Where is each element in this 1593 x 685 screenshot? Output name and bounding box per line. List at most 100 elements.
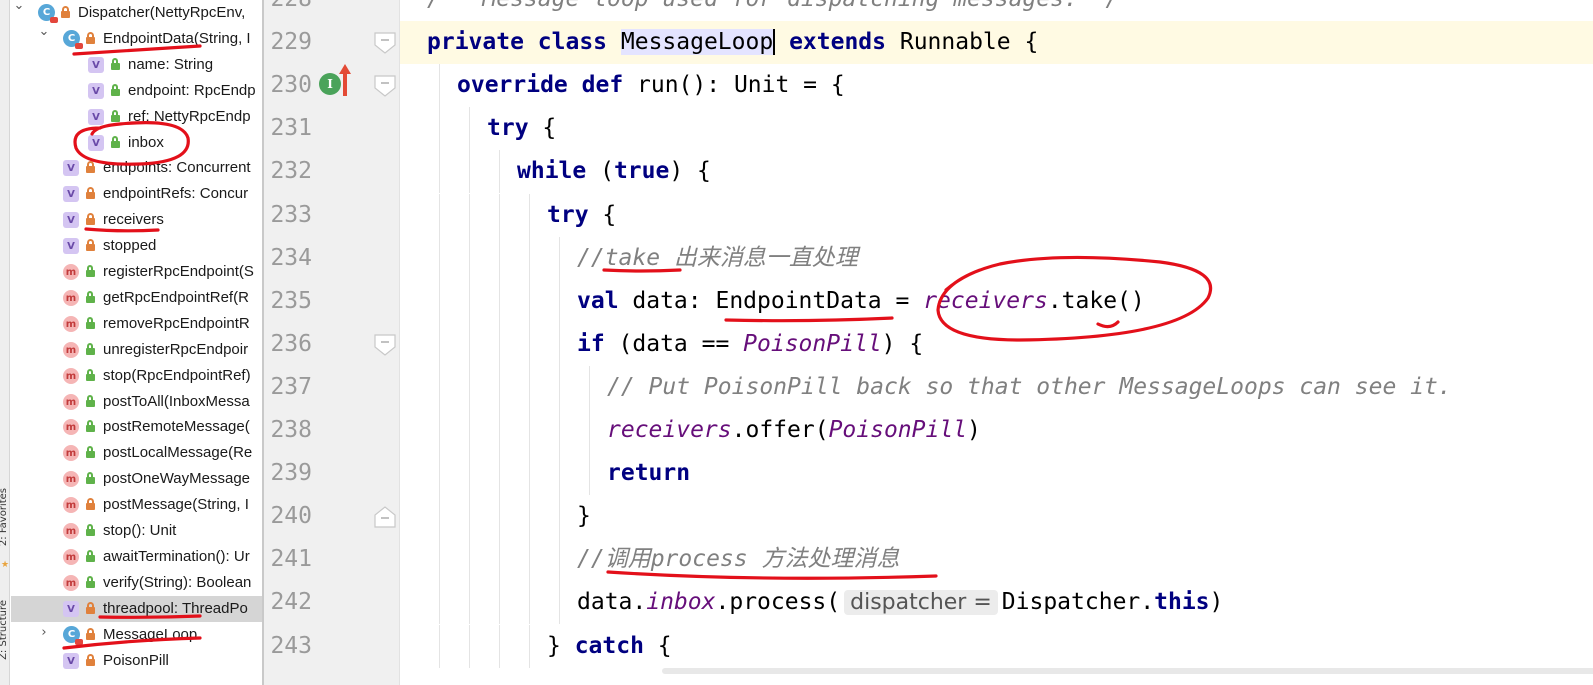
line-number: 234 xyxy=(270,245,312,271)
structure-node[interactable]: Vthreadpool: ThreadPo xyxy=(11,596,262,622)
structure-node-label: PoisonPill xyxy=(103,652,169,669)
indent-guide xyxy=(469,581,470,624)
code-token: ) { xyxy=(669,158,711,184)
structure-tab[interactable]: Z: Structure xyxy=(0,600,9,660)
structure-node[interactable]: Vref: NettyRpcEndp xyxy=(11,104,262,130)
structure-node-label: stop(RpcEndpointRef) xyxy=(103,367,251,384)
code-line[interactable]: //take 出来消息一直处理 xyxy=(400,237,1593,280)
code-token: { xyxy=(643,633,672,659)
code-line[interactable]: } xyxy=(400,495,1593,538)
value-icon: V xyxy=(88,83,104,99)
line-number: 233 xyxy=(270,202,312,228)
structure-node[interactable]: Vendpoint: RpcEndp xyxy=(11,78,262,104)
code-line[interactable]: try { xyxy=(400,107,1593,150)
code-editor[interactable]: I 22822923023123223323423523623723823924… xyxy=(264,0,1593,685)
class-icon: C xyxy=(63,30,83,49)
structure-node-label: registerRpcEndpoint(S xyxy=(103,263,254,280)
structure-node[interactable]: V PoisonPill xyxy=(11,648,262,674)
public-lock-icon xyxy=(86,369,95,381)
code-token: true xyxy=(613,158,670,184)
code-line[interactable]: try { xyxy=(400,194,1593,237)
fold-collapse-icon[interactable] xyxy=(374,31,396,55)
structure-panel: ⌄ C Dispatcher(NettyRpcEnv, ⌄ C EndpointData(… xyxy=(11,0,262,685)
indent-guide xyxy=(529,366,530,409)
code-area[interactable]: /** Message loop used for dispatching me… xyxy=(400,0,1593,685)
structure-node[interactable]: m getRpcEndpointRef(R xyxy=(11,285,262,311)
private-lock-icon xyxy=(86,213,95,225)
indent-guide xyxy=(469,280,470,323)
structure-node[interactable]: Vinbox xyxy=(11,130,262,156)
structure-node[interactable]: m stop(RpcEndpointRef) xyxy=(11,363,262,389)
code-line[interactable]: data.inbox.process(dispatcher = Dispatche… xyxy=(400,581,1593,624)
fold-collapse-icon[interactable] xyxy=(374,74,396,98)
code-line[interactable]: receivers.offer(PoisonPill) xyxy=(400,409,1593,452)
structure-node[interactable]: m verify(String): Boolean xyxy=(11,570,262,596)
code-token: ) { xyxy=(881,331,924,357)
structure-node[interactable]: m awaitTermination(): Ur xyxy=(11,544,262,570)
structure-node[interactable]: Vname: String xyxy=(11,52,262,78)
structure-node[interactable]: Vstopped xyxy=(11,233,262,259)
method-icon: m xyxy=(63,523,79,539)
structure-node[interactable]: m postMessage(String, I xyxy=(11,492,262,518)
public-lock-icon xyxy=(111,110,120,122)
code-line[interactable]: val data: EndpointData = receivers.take(… xyxy=(400,280,1593,323)
code-token: catch xyxy=(574,633,644,659)
value-icon: V xyxy=(88,109,104,125)
indent-guide xyxy=(439,150,440,193)
structure-node[interactable]: m removeRpcEndpointR xyxy=(11,311,262,337)
private-lock-icon xyxy=(86,498,95,510)
horizontal-scrollbar[interactable] xyxy=(662,668,1593,674)
structure-node[interactable]: m stop(): Unit xyxy=(11,518,262,544)
code-line[interactable]: if (data == PoisonPill) { xyxy=(400,323,1593,366)
code-line[interactable]: // Put PoisonPill back so that other Mes… xyxy=(400,366,1593,409)
indent-guide xyxy=(439,237,440,280)
structure-node-label: inbox xyxy=(128,134,164,151)
indent-guide xyxy=(499,495,500,538)
code-token: if xyxy=(577,331,619,357)
code-line[interactable]: /** Message loop used for dispatching me… xyxy=(400,0,1593,21)
override-up-arrow-icon[interactable] xyxy=(338,62,352,98)
structure-node[interactable]: ⌄ C EndpointData(String, I xyxy=(11,24,262,52)
chevron-right-icon[interactable]: › xyxy=(38,625,50,640)
code-line[interactable]: private class MessageLoop extends Runnab… xyxy=(400,21,1593,64)
indent-guide xyxy=(559,323,560,366)
structure-node-label: receivers xyxy=(103,211,164,228)
code-token: MessageLoop xyxy=(620,29,776,55)
structure-node[interactable]: m postLocalMessage(Re xyxy=(11,440,262,466)
code-line[interactable]: } catch { xyxy=(400,625,1593,668)
method-icon: m xyxy=(63,497,79,513)
chevron-down-icon[interactable]: ⌄ xyxy=(13,0,25,13)
indent-guide xyxy=(499,194,500,237)
structure-node[interactable]: ⌄ C Dispatcher(NettyRpcEnv, xyxy=(11,0,262,26)
indent-guide xyxy=(469,237,470,280)
structure-node[interactable]: Vendpoints: Concurrent xyxy=(11,155,262,181)
structure-node[interactable]: Vreceivers xyxy=(11,207,262,233)
structure-node[interactable]: m unregisterRpcEndpoir xyxy=(11,337,262,363)
public-lock-icon xyxy=(86,395,95,407)
indent-guide xyxy=(439,495,440,538)
structure-node[interactable]: VendpointRefs: Concur xyxy=(11,181,262,207)
structure-node[interactable]: m postOneWayMessage xyxy=(11,466,262,492)
fold-end-icon[interactable] xyxy=(374,505,396,529)
code-token: PoisonPill xyxy=(828,417,968,443)
structure-node[interactable]: m registerRpcEndpoint(S xyxy=(11,259,262,285)
structure-node-label: name: String xyxy=(128,56,214,73)
fold-collapse-icon[interactable] xyxy=(374,333,396,357)
code-token: override def xyxy=(457,72,638,98)
public-lock-icon xyxy=(86,291,95,303)
indent-guide xyxy=(559,581,560,624)
code-line[interactable]: override def run(): Unit = { xyxy=(400,64,1593,107)
structure-node[interactable]: m postToAll(InboxMessa xyxy=(11,389,262,415)
chevron-down-icon[interactable]: ⌄ xyxy=(38,24,50,39)
structure-node[interactable]: m postRemoteMessage( xyxy=(11,414,262,440)
structure-node[interactable]: › C MessageLoop xyxy=(11,622,262,648)
method-icon: m xyxy=(63,264,79,280)
code-line[interactable]: //调用process 方法处理消息 xyxy=(400,538,1593,581)
code-line[interactable]: while (true) { xyxy=(400,150,1593,193)
code-line[interactable]: return xyxy=(400,452,1593,495)
public-lock-icon xyxy=(86,317,95,329)
favorites-tab[interactable]: 2: Favorites xyxy=(0,488,9,546)
indent-guide xyxy=(529,323,530,366)
code-token: /** Message loop used for dispatching me… xyxy=(427,0,1119,12)
private-lock-icon xyxy=(86,161,95,173)
